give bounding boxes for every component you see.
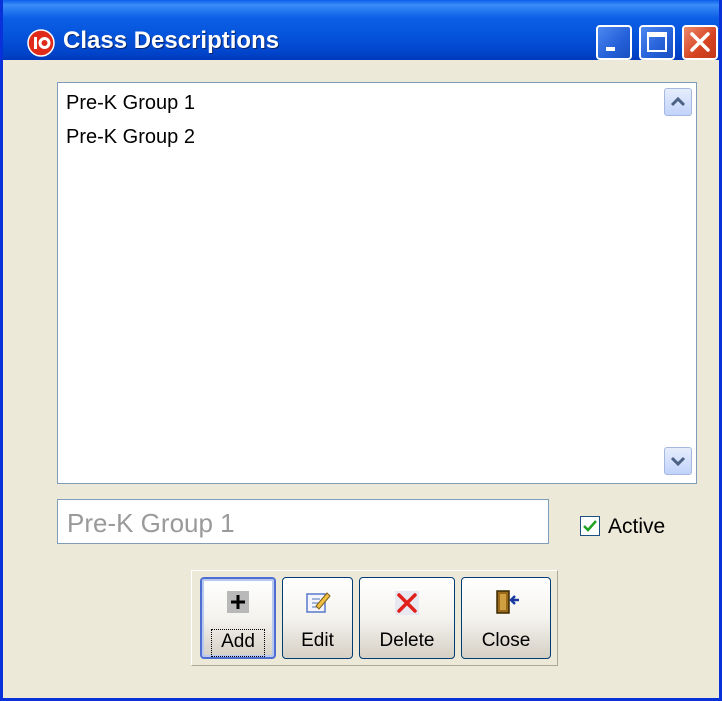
list-item[interactable]: Pre-K Group 1: [66, 92, 195, 115]
active-label[interactable]: Active: [608, 515, 665, 539]
close-button-label: Close: [481, 630, 531, 651]
minimize-button[interactable]: [596, 25, 632, 60]
class-descriptions-window: Class Descriptions Pre-K Group 1 Pre-K G…: [0, 0, 722, 701]
window-title: Class Descriptions: [63, 27, 280, 54]
scroll-up-button[interactable]: [664, 88, 692, 116]
description-input[interactable]: Pre-K Group 1: [57, 499, 549, 544]
list-item[interactable]: Pre-K Group 2: [66, 126, 195, 149]
maximize-button[interactable]: [639, 25, 675, 60]
close-icon: [690, 32, 710, 52]
chevron-up-icon: [670, 96, 686, 107]
add-button-label: Add: [221, 631, 255, 652]
title-bar[interactable]: Class Descriptions: [3, 0, 719, 60]
delete-x-icon: [392, 588, 422, 623]
edit-button[interactable]: Edit: [282, 577, 353, 659]
delete-button-label: Delete: [379, 630, 435, 651]
class-list[interactable]: Pre-K Group 1 Pre-K Group 2: [57, 82, 697, 484]
chevron-down-icon: [670, 456, 686, 467]
edit-icon: [304, 588, 332, 621]
exit-door-icon: [491, 588, 521, 621]
plus-icon: [225, 589, 251, 620]
app-logo-icon: [27, 29, 55, 62]
maximize-icon: [647, 32, 667, 52]
close-button[interactable]: Close: [461, 577, 551, 659]
minimize-icon: [606, 47, 615, 51]
add-button[interactable]: Add: [200, 577, 276, 659]
scroll-down-button[interactable]: [664, 447, 692, 475]
checkmark-icon: [583, 520, 597, 532]
active-checkbox[interactable]: [580, 516, 600, 536]
edit-button-label: Edit: [301, 630, 334, 651]
close-window-button[interactable]: [682, 25, 718, 60]
delete-button[interactable]: Delete: [359, 577, 455, 659]
